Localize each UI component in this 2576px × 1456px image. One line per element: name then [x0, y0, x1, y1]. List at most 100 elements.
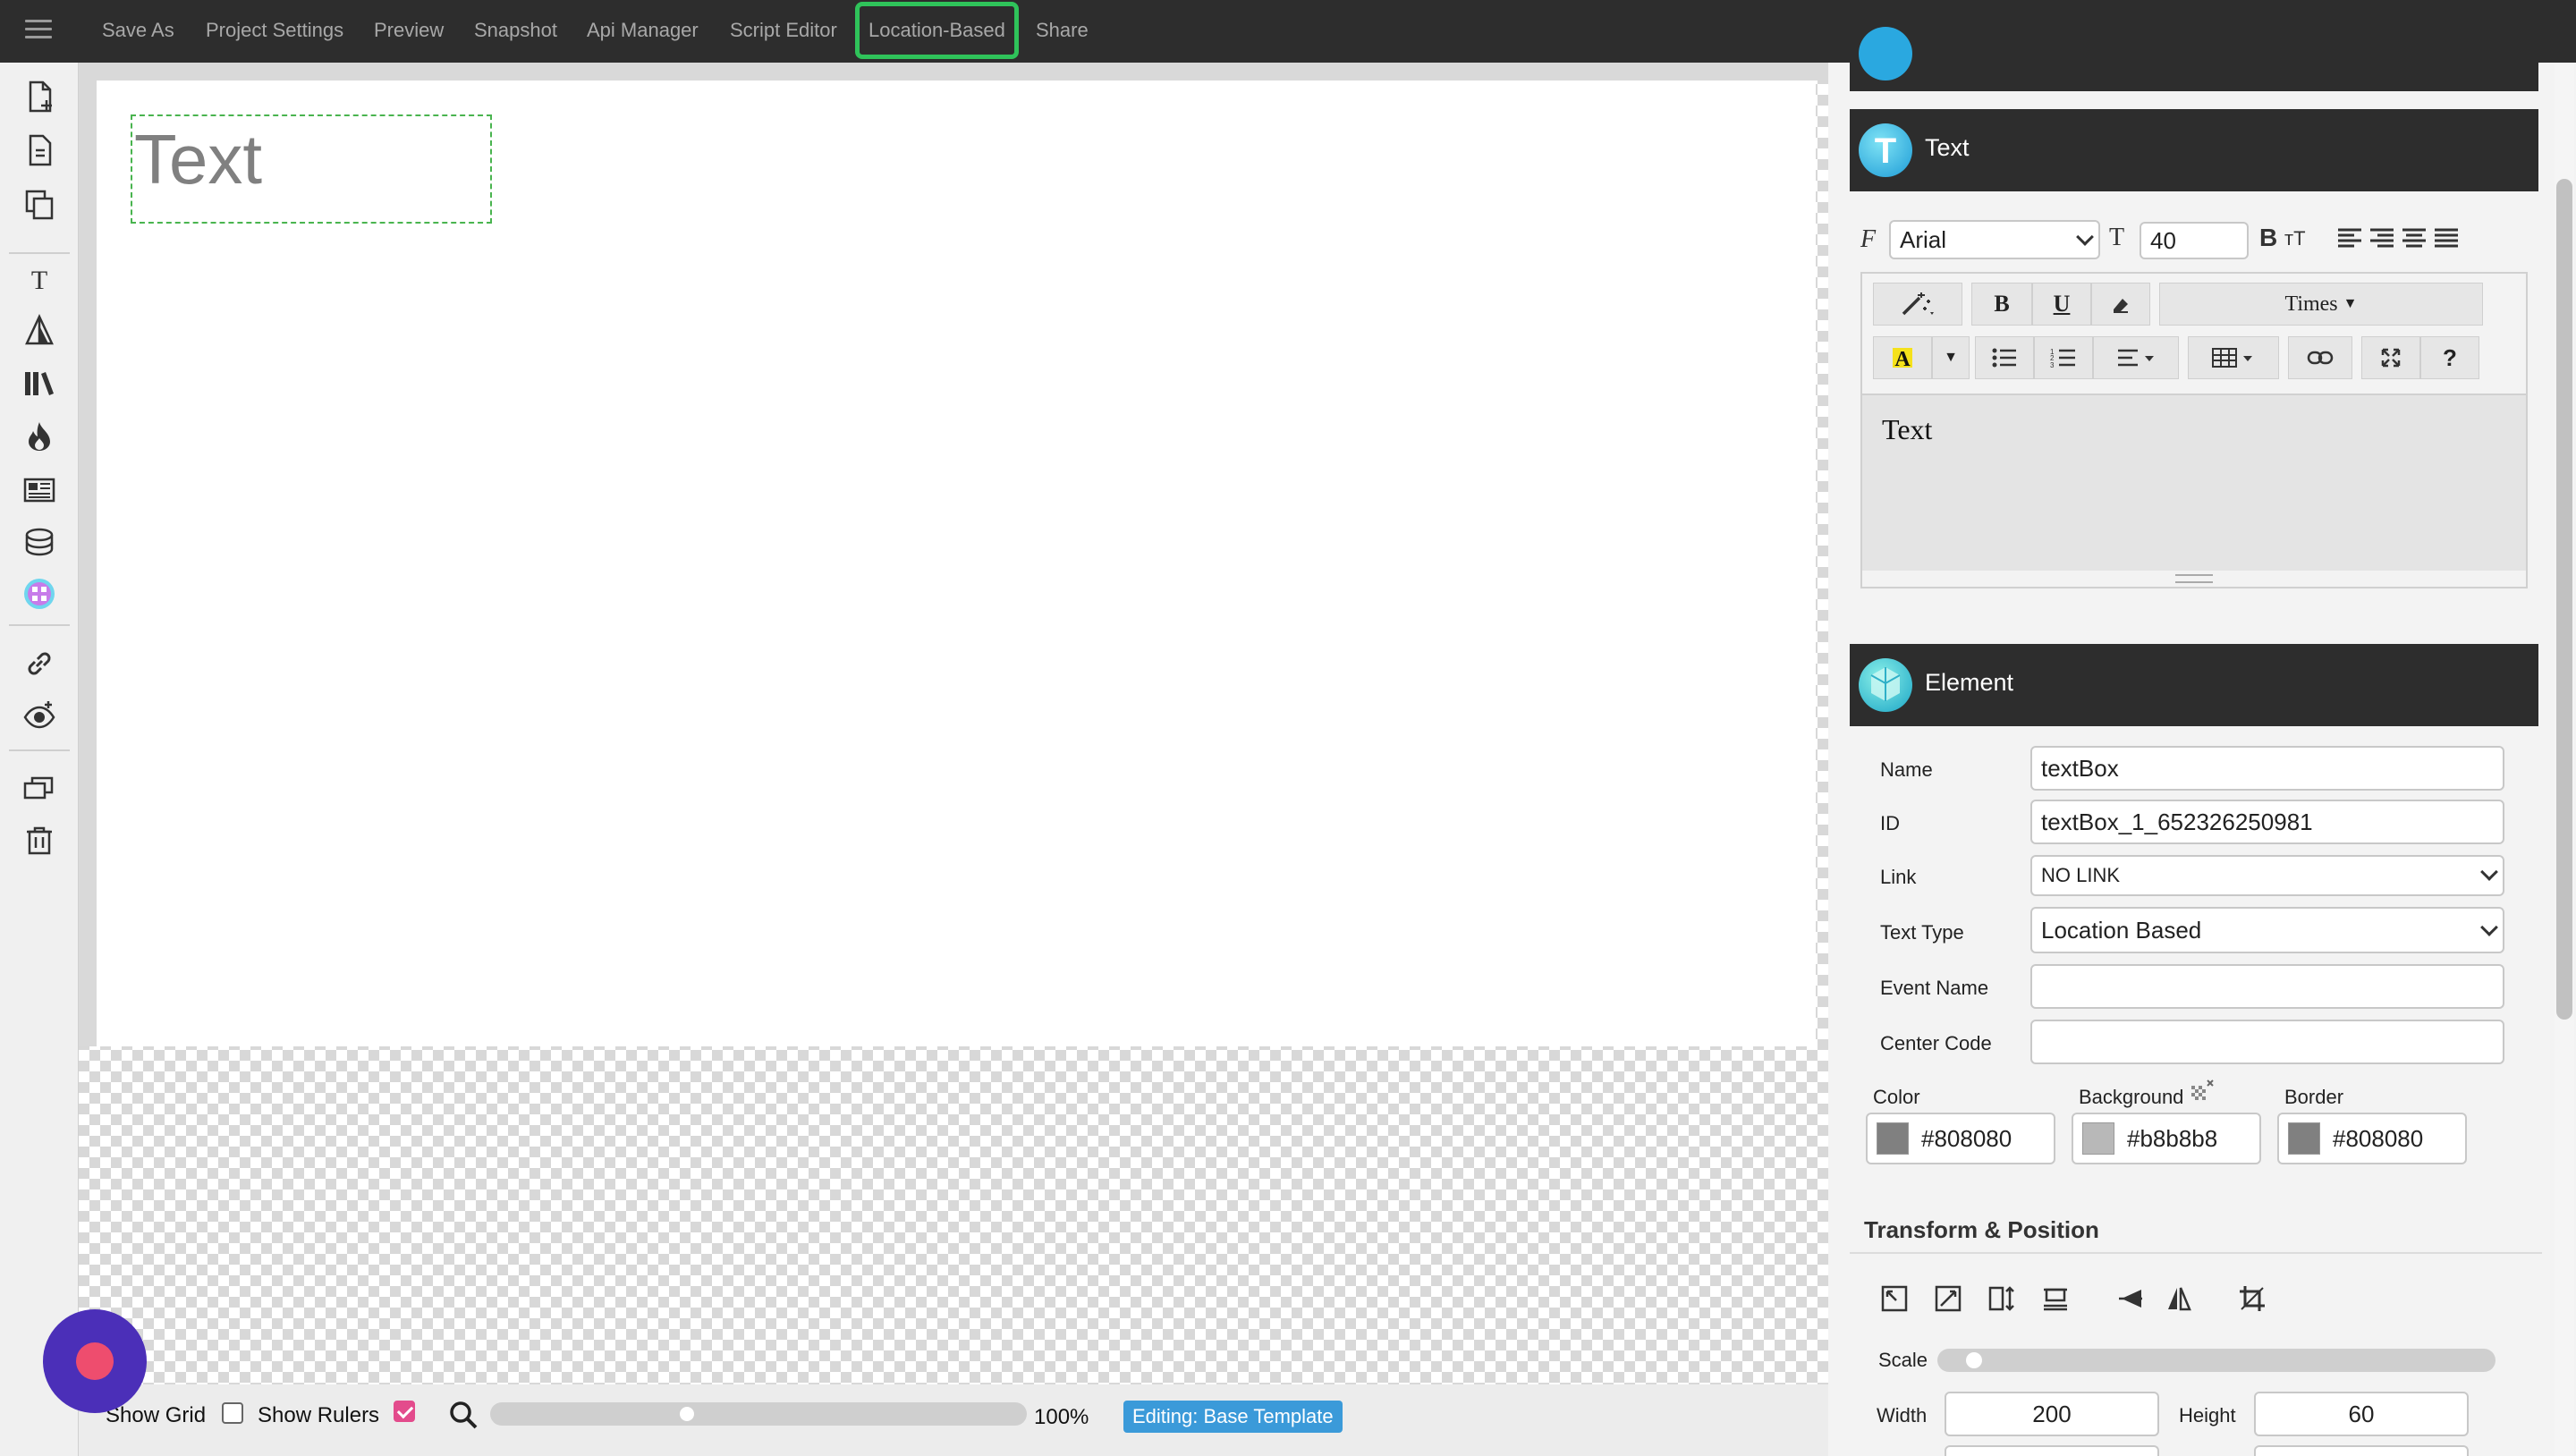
insert-link-icon[interactable]: [2288, 336, 2352, 379]
font-size-icon: T: [2109, 224, 2125, 251]
align-left-icon[interactable]: [2336, 227, 2363, 249]
paragraph-align-dropdown[interactable]: [2093, 336, 2179, 379]
nav-script-editor[interactable]: Script Editor: [730, 0, 837, 63]
show-rulers-checkbox[interactable]: [394, 1401, 415, 1422]
zoom-level-readout: 100%: [1034, 1405, 1089, 1429]
nav-save-as[interactable]: Save As: [102, 0, 174, 63]
fit-height-icon[interactable]: [1934, 1284, 1962, 1313]
transparent-background-icon[interactable]: [2190, 1079, 2215, 1104]
text-panel-header[interactable]: T Text: [1850, 109, 2538, 191]
help-icon[interactable]: ?: [2420, 336, 2479, 379]
width-value: 200: [2032, 1401, 2072, 1427]
panel-scrollbar-thumb[interactable]: [2556, 179, 2572, 1020]
text-type-select[interactable]: Location Based: [2030, 907, 2504, 953]
editor-underline-button[interactable]: U: [2032, 283, 2091, 326]
id-label: ID: [1880, 812, 1900, 834]
widgets-icon[interactable]: [21, 576, 57, 612]
nav-snapshot[interactable]: Snapshot: [474, 0, 557, 63]
zoom-search-icon[interactable]: [447, 1399, 479, 1431]
align-right-icon[interactable]: [2368, 227, 2395, 249]
nav-project-settings[interactable]: Project Settings: [206, 0, 343, 63]
event-name-label: Event Name: [1880, 977, 1989, 999]
highlight-dropdown-icon[interactable]: ▼: [1932, 336, 1970, 379]
previous-panel-header[interactable]: [1850, 27, 2538, 91]
left-ruler: [79, 63, 97, 1046]
nav-preview[interactable]: Preview: [374, 0, 444, 63]
trash-icon[interactable]: [21, 823, 57, 859]
next-input-partial[interactable]: [2254, 1445, 2469, 1456]
selected-text-element[interactable]: Text: [131, 114, 492, 224]
width-input[interactable]: 200: [1945, 1392, 2159, 1436]
table-insert-dropdown[interactable]: [2188, 336, 2279, 379]
background-value: #b8b8b8: [2127, 1125, 2218, 1152]
numbered-list-icon[interactable]: 123: [2034, 336, 2093, 379]
artboard[interactable]: [97, 80, 1816, 1046]
show-grid-checkbox[interactable]: [222, 1402, 243, 1424]
element-panel-header[interactable]: Element: [1850, 644, 2538, 726]
record-button[interactable]: [43, 1309, 147, 1413]
text-transform-icon[interactable]: ᴛT: [2284, 227, 2306, 250]
link-select[interactable]: NO LINK: [2030, 855, 2504, 896]
toolbar-divider: [9, 252, 70, 254]
bullet-list-icon[interactable]: [1975, 336, 2034, 379]
id-input[interactable]: textBox_1_652326250981: [2030, 800, 2504, 844]
highlight-color-icon[interactable]: A: [1873, 336, 1932, 379]
font-size-input[interactable]: 40: [2140, 222, 2249, 259]
color-swatch[interactable]: [1877, 1122, 1909, 1155]
scale-slider-handle[interactable]: [1966, 1352, 1982, 1368]
copy-icon[interactable]: [21, 186, 57, 222]
preview-eye-icon[interactable]: [21, 698, 57, 733]
font-family-select[interactable]: Arial: [1889, 220, 2100, 259]
height-input[interactable]: 60: [2254, 1392, 2469, 1436]
editor-bold-button[interactable]: B: [1971, 283, 2032, 326]
magic-style-button[interactable]: [1873, 283, 1962, 326]
flip-vertical-icon[interactable]: [2165, 1284, 2193, 1313]
text-tool-icon[interactable]: T: [21, 261, 57, 297]
show-grid-label: Show Grid: [106, 1403, 207, 1427]
section-divider: [1850, 1252, 2542, 1254]
link-value: NO LINK: [2041, 864, 2121, 886]
svg-text:T: T: [1875, 131, 1896, 171]
zoom-slider-handle[interactable]: [679, 1407, 694, 1421]
zoom-slider[interactable]: [490, 1402, 1027, 1426]
layers-icon[interactable]: [21, 771, 57, 807]
next-input-partial[interactable]: [1945, 1445, 2159, 1456]
background-swatch[interactable]: [2082, 1122, 2114, 1155]
duplicate-page-icon[interactable]: [21, 132, 57, 168]
editing-template-badge[interactable]: Editing: Base Template: [1123, 1401, 1343, 1433]
name-input[interactable]: textBox: [2030, 746, 2504, 791]
bold-icon[interactable]: B: [2259, 224, 2277, 252]
rich-text-content-area[interactable]: Text: [1862, 394, 2526, 571]
svg-text:T: T: [31, 266, 47, 295]
database-icon[interactable]: [21, 524, 57, 560]
library-icon[interactable]: [21, 365, 57, 401]
fire-icon[interactable]: [21, 419, 57, 454]
toolbar-divider: [9, 749, 70, 751]
eraser-icon[interactable]: [2091, 283, 2150, 326]
shape-tool-icon[interactable]: [21, 313, 57, 349]
news-icon[interactable]: [21, 472, 57, 508]
crop-icon[interactable]: [2238, 1284, 2267, 1313]
flip-horizontal-icon[interactable]: [2116, 1284, 2145, 1313]
border-swatch[interactable]: [2288, 1122, 2320, 1155]
fit-width-icon[interactable]: [1880, 1284, 1909, 1313]
link-icon[interactable]: [21, 646, 57, 681]
font-name-value: Times: [2284, 292, 2338, 316]
font-name-dropdown[interactable]: Times ▼: [2159, 283, 2483, 326]
stretch-vertical-icon[interactable]: [1987, 1284, 2016, 1313]
hamburger-menu-icon[interactable]: [25, 20, 52, 43]
nav-location-based[interactable]: Location-Based: [855, 2, 1019, 59]
stretch-horizontal-icon[interactable]: [2041, 1284, 2070, 1313]
scale-slider[interactable]: [1937, 1349, 2496, 1372]
event-name-input[interactable]: [2030, 964, 2504, 1009]
align-justify-icon[interactable]: [2433, 227, 2460, 249]
text-panel-icon: T: [1859, 123, 1912, 177]
new-page-icon[interactable]: [21, 79, 57, 114]
rich-text-content: Text: [1882, 413, 1933, 445]
nav-share[interactable]: Share: [1036, 0, 1089, 63]
align-center-icon[interactable]: [2401, 227, 2428, 249]
nav-api-manager[interactable]: Api Manager: [587, 0, 699, 63]
center-code-input[interactable]: [2030, 1020, 2504, 1064]
resize-handle-icon[interactable]: [2175, 574, 2213, 583]
fullscreen-icon[interactable]: [2361, 336, 2420, 379]
